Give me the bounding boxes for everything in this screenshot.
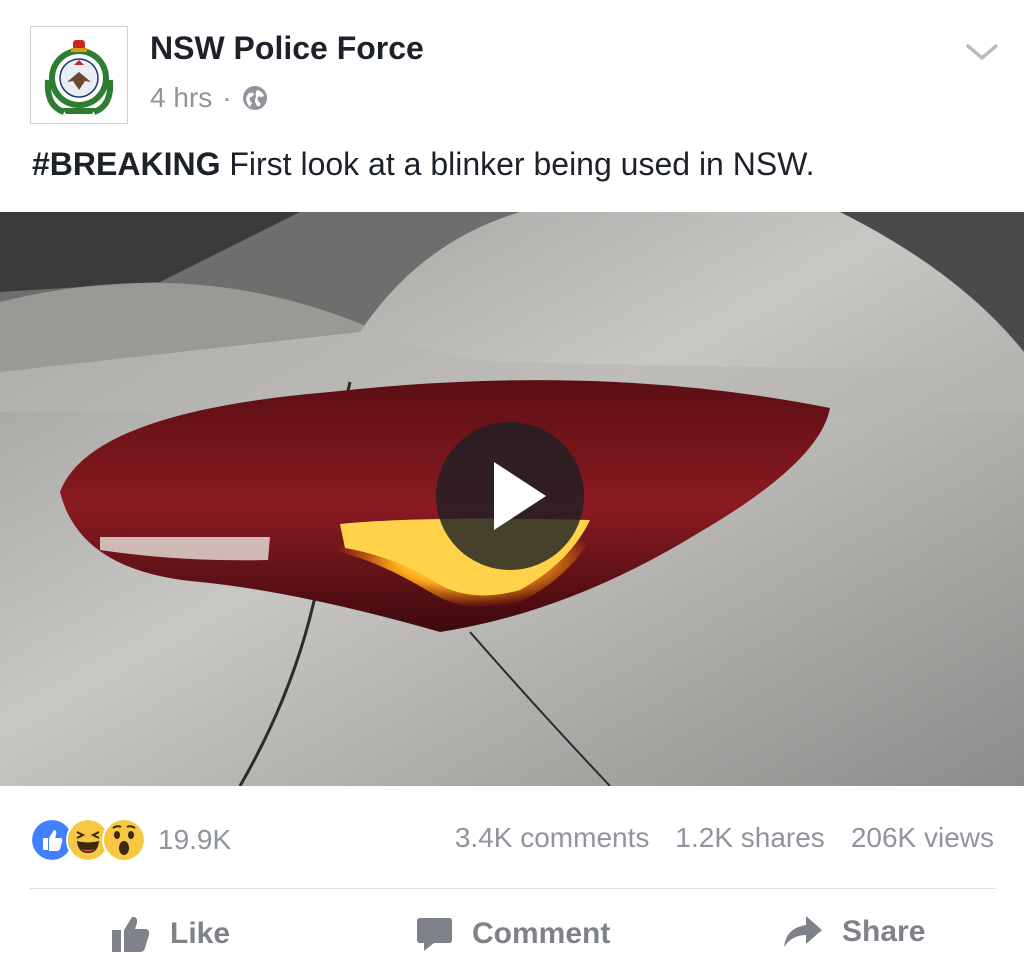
- comment-label: Comment: [472, 917, 611, 950]
- video-player[interactable]: [0, 212, 1024, 786]
- reaction-count: 19.9K: [158, 824, 232, 855]
- action-bar: Like Comment Share: [0, 900, 1024, 974]
- like-label: Like: [170, 917, 231, 950]
- video-thumbnail: [0, 212, 1024, 786]
- reactions-summary[interactable]: 19.9K: [30, 818, 231, 862]
- like-button[interactable]: Like: [110, 914, 230, 954]
- engagement-counts: 3.4K comments 1.2K shares 206K views: [455, 822, 994, 854]
- post-stats: 19.9K 3.4K comments 1.2K shares 206K vie…: [0, 808, 1024, 868]
- post-time[interactable]: 4 hrs: [150, 82, 212, 114]
- comment-button[interactable]: Comment: [414, 914, 610, 954]
- globe-icon: [242, 86, 267, 110]
- post-header: NSW Police Force 4 hrs ·: [0, 0, 1024, 140]
- share-label: Share: [842, 915, 926, 948]
- caption-hashtag[interactable]: #BREAKING: [32, 146, 220, 182]
- post-meta: 4 hrs ·: [150, 82, 268, 114]
- thumbs-up-icon: [112, 916, 150, 952]
- views-count: 206K views: [850, 822, 994, 853]
- divider: [30, 888, 996, 889]
- share-button[interactable]: Share: [782, 914, 925, 950]
- caption-text: First look at a blinker being used in NS…: [220, 146, 815, 182]
- meta-separator: ·: [222, 82, 232, 113]
- comment-icon: [417, 918, 452, 951]
- comments-count[interactable]: 3.4K comments: [455, 822, 650, 854]
- share-arrow-icon: [784, 916, 822, 947]
- page-avatar[interactable]: [30, 26, 128, 124]
- wow-reaction-icon: [102, 818, 146, 862]
- post-caption: #BREAKING First look at a blinker being …: [32, 146, 992, 183]
- page-name[interactable]: NSW Police Force: [150, 30, 424, 67]
- police-badge-logo: [44, 40, 114, 115]
- shares-count[interactable]: 1.2K shares: [675, 822, 824, 854]
- chevron-down-icon[interactable]: [962, 40, 1002, 64]
